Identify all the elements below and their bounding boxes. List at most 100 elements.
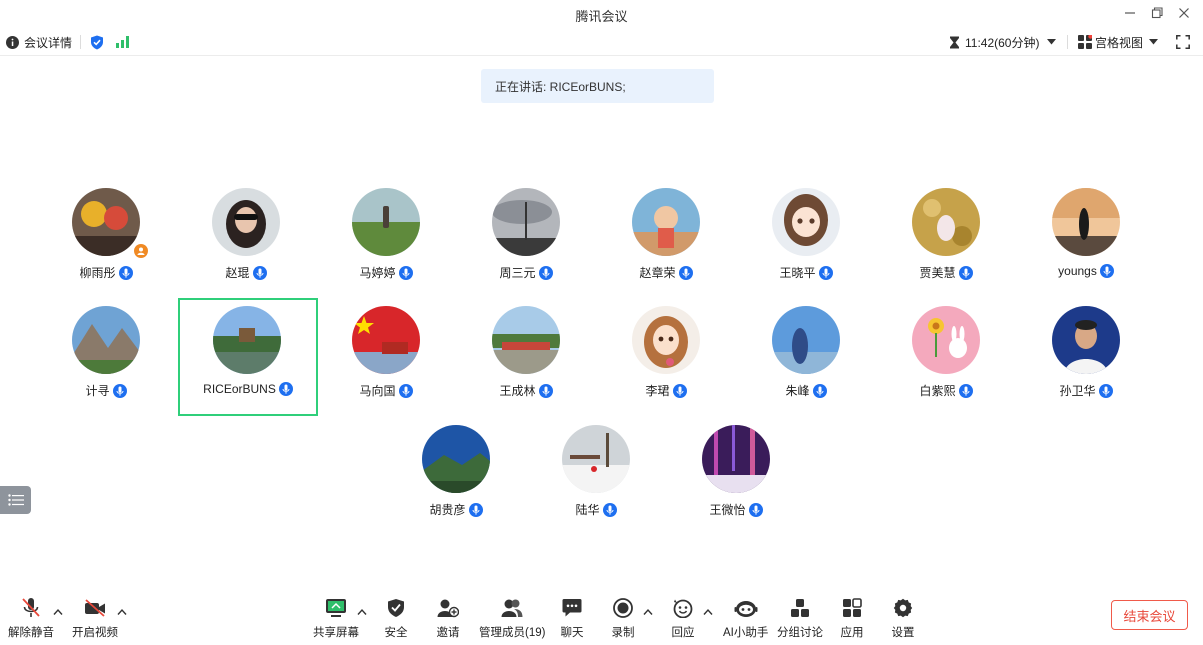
participant-name-row: 陆华 bbox=[526, 501, 666, 518]
minimize-button[interactable] bbox=[1120, 4, 1140, 22]
fullscreen-button[interactable] bbox=[1176, 28, 1190, 56]
participant-name-row: 赵琨 bbox=[176, 264, 316, 281]
chat-label: 聊天 bbox=[560, 627, 584, 639]
start-video-button[interactable]: 开启视频 bbox=[72, 596, 118, 642]
participant-tile[interactable]: 柳雨彤 bbox=[36, 180, 176, 298]
security-status[interactable] bbox=[90, 28, 104, 56]
participant-tile[interactable]: youngs bbox=[1016, 180, 1156, 298]
window-title: 腾讯会议 bbox=[575, 9, 628, 24]
security-button[interactable]: 安全 bbox=[384, 596, 408, 642]
members-icon bbox=[500, 596, 524, 620]
participant-name: 王成林 bbox=[499, 384, 536, 398]
chevron-up-icon[interactable] bbox=[117, 608, 127, 616]
list-icon bbox=[7, 494, 24, 506]
participant-name-row: 柳雨彤 bbox=[36, 264, 176, 281]
start-video-label: 开启视频 bbox=[72, 627, 118, 639]
member-list-toggle[interactable] bbox=[0, 486, 31, 514]
participant-tile[interactable]: 王晓平 bbox=[736, 180, 876, 298]
shield-check-icon bbox=[91, 35, 103, 49]
signal-icon bbox=[116, 36, 129, 48]
view-mode-button[interactable]: 宫格视图 bbox=[1078, 28, 1159, 56]
participant-tile[interactable]: 贾美慧 bbox=[876, 180, 1016, 298]
microphone-icon bbox=[678, 265, 693, 280]
share-screen-button[interactable]: 共享屏幕 bbox=[313, 596, 359, 642]
participant-tile[interactable]: 赵章荣 bbox=[596, 180, 736, 298]
microphone-icon bbox=[958, 383, 973, 398]
caret-down-icon bbox=[1047, 39, 1057, 45]
participant-name: 李珺 bbox=[645, 384, 670, 398]
meeting-timer[interactable]: 11:42(60分钟) bbox=[949, 28, 1057, 56]
invite-button[interactable]: 邀请 bbox=[436, 596, 460, 642]
unmute-button[interactable]: 解除静音 bbox=[8, 596, 54, 642]
participant-name-row: youngs bbox=[1016, 264, 1156, 278]
participant-name: 赵章荣 bbox=[639, 266, 676, 280]
avatar bbox=[632, 306, 700, 374]
chevron-up-icon[interactable] bbox=[703, 608, 713, 616]
chat-button[interactable]: 聊天 bbox=[560, 596, 584, 642]
reaction-emoji-icon bbox=[671, 596, 695, 620]
microphone-icon bbox=[818, 265, 833, 280]
participant-name-row: 计寻 bbox=[36, 382, 176, 399]
avatar bbox=[422, 425, 490, 493]
reactions-button[interactable]: 回应 bbox=[671, 596, 695, 642]
participant-tile[interactable]: 胡贵彦 bbox=[386, 417, 526, 535]
participant-name: 柳雨彤 bbox=[79, 266, 116, 280]
close-icon bbox=[1179, 8, 1189, 18]
ai-assistant-label: AI小助手 bbox=[723, 627, 769, 639]
participant-tile[interactable]: 王成林 bbox=[456, 298, 596, 416]
avatar bbox=[632, 188, 700, 256]
participant-tile[interactable]: 白紫熙 bbox=[876, 298, 1016, 416]
breakout-rooms-button[interactable]: 分组讨论 bbox=[777, 596, 823, 642]
participant-name-row: 马婷婷 bbox=[316, 264, 456, 281]
unmute-label: 解除静音 bbox=[8, 627, 54, 639]
participant-tile[interactable]: 马向国 bbox=[316, 298, 456, 416]
close-button[interactable] bbox=[1174, 4, 1194, 22]
participant-name: 计寻 bbox=[85, 384, 110, 398]
avatar bbox=[772, 188, 840, 256]
chevron-up-icon[interactable] bbox=[53, 608, 63, 616]
avatar bbox=[562, 425, 630, 493]
avatar bbox=[352, 306, 420, 374]
participant-tile-active-speaker[interactable]: RICEorBUNS bbox=[178, 298, 318, 416]
fullscreen-icon bbox=[1176, 35, 1190, 49]
meeting-details-button[interactable]: 会议详情 bbox=[6, 28, 72, 56]
bottom-toolbar: 解除静音 开启视频 共享屏幕 安全 邀请 管理成员(19) 聊天 录制 回应 A… bbox=[0, 590, 1203, 645]
shield-check-icon bbox=[384, 596, 408, 620]
participant-tile[interactable]: 李珺 bbox=[596, 298, 736, 416]
host-badge-icon bbox=[134, 244, 148, 258]
restore-button[interactable] bbox=[1147, 4, 1167, 22]
participant-tile[interactable]: 计寻 bbox=[36, 298, 176, 416]
restore-icon bbox=[1151, 7, 1163, 19]
chevron-up-icon[interactable] bbox=[357, 608, 367, 616]
participant-tile[interactable]: 孙卫华 bbox=[1016, 298, 1156, 416]
avatar bbox=[212, 188, 280, 256]
end-meeting-button[interactable]: 结束会议 bbox=[1111, 600, 1188, 630]
gear-icon bbox=[891, 596, 915, 620]
avatar bbox=[1052, 306, 1120, 374]
avatar bbox=[352, 188, 420, 256]
microphone-icon bbox=[1099, 264, 1114, 278]
participant-tile[interactable]: 周三元 bbox=[456, 180, 596, 298]
record-button[interactable]: 录制 bbox=[611, 596, 635, 642]
participant-name-row: 周三元 bbox=[456, 264, 596, 281]
participant-tile[interactable]: 王微怡 bbox=[666, 417, 806, 535]
microphone-icon bbox=[812, 383, 827, 398]
network-status[interactable] bbox=[116, 28, 130, 56]
participant-name: 朱峰 bbox=[785, 384, 810, 398]
participant-name-row: 朱峰 bbox=[736, 382, 876, 399]
ai-assistant-button[interactable]: AI小助手 bbox=[723, 596, 768, 642]
reactions-label: 回应 bbox=[671, 627, 695, 639]
participant-name-row: 王微怡 bbox=[666, 501, 806, 518]
participant-name: 贾美慧 bbox=[919, 266, 956, 280]
participant-name: 孙卫华 bbox=[1059, 384, 1096, 398]
participant-tile[interactable]: 赵琨 bbox=[176, 180, 316, 298]
avatar bbox=[702, 425, 770, 493]
participant-tile[interactable]: 朱峰 bbox=[736, 298, 876, 416]
apps-label: 应用 bbox=[840, 627, 864, 639]
apps-button[interactable]: 应用 bbox=[840, 596, 864, 642]
settings-button[interactable]: 设置 bbox=[891, 596, 915, 642]
manage-members-button[interactable]: 管理成员(19) bbox=[479, 596, 545, 642]
chevron-up-icon[interactable] bbox=[643, 608, 653, 616]
participant-tile[interactable]: 陆华 bbox=[526, 417, 666, 535]
participant-tile[interactable]: 马婷婷 bbox=[316, 180, 456, 298]
